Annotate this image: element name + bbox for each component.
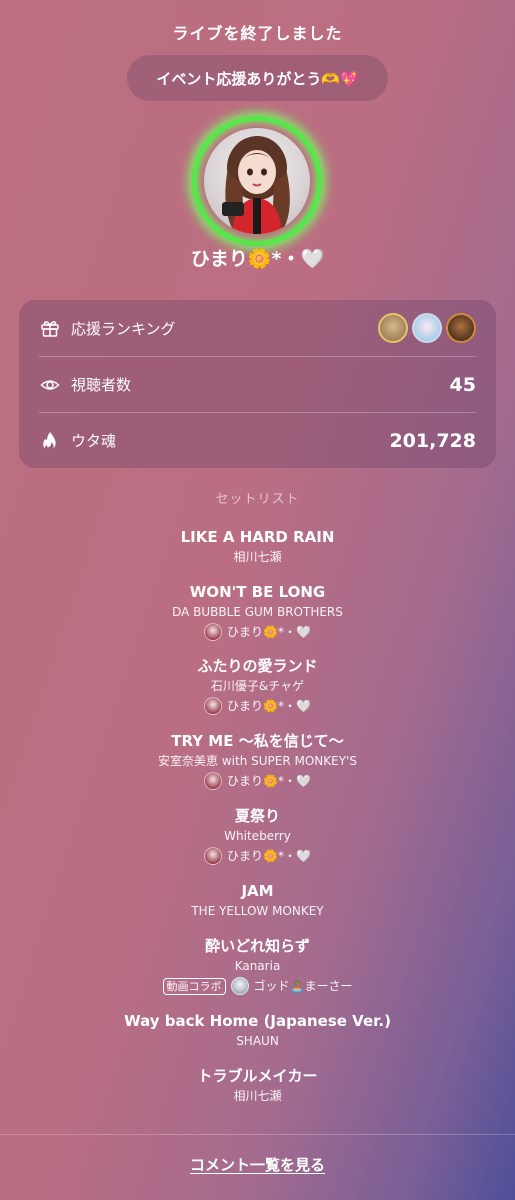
song-title: TRY ME ～私を信じて～ xyxy=(171,732,344,750)
song-title: 夏祭り xyxy=(234,807,280,825)
stat-row-ranking[interactable]: 応援ランキング xyxy=(39,300,476,356)
gift-icon xyxy=(39,317,61,339)
song-artist: 石川優子&チャゲ xyxy=(210,679,305,693)
song-title: ふたりの愛ランド xyxy=(197,657,318,675)
ranking-label: 応援ランキング xyxy=(71,319,176,338)
song-title: Way back Home (Japanese Ver.) xyxy=(124,1012,391,1030)
singer-name: ひまり🌼*・🤍 xyxy=(227,625,311,639)
song-artist: 安室奈美恵 with SUPER MONKEY'S xyxy=(158,754,357,768)
song-title: LIKE A HARD RAIN xyxy=(180,528,335,546)
song-title: JAM xyxy=(241,882,274,900)
singer-avatar xyxy=(230,977,249,995)
song-artist: DA BUBBLE GUM BROTHERS xyxy=(172,605,343,619)
singer-row[interactable]: 動画コラボ ゴッド🏝️まーさー xyxy=(0,977,515,995)
setlist-item[interactable]: 酔いどれ知らず Kanaria 動画コラボ ゴッド🏝️まーさー xyxy=(0,936,515,995)
setlist-item[interactable]: Way back Home (Japanese Ver.) SHAUN xyxy=(0,1011,515,1049)
setlist-item[interactable]: LIKE A HARD RAIN 相川七瀬 xyxy=(0,527,515,565)
footer-divider xyxy=(0,1134,515,1135)
stats-card: 応援ランキング 視聴者数 45 ウタ魂 201,728 xyxy=(19,300,496,468)
user-avatar-icon xyxy=(204,128,310,234)
host-username: ひまり🌼*・🤍 xyxy=(190,248,325,270)
song-title: WON'T BE LONG xyxy=(189,583,326,601)
song-artist: 相川七瀬 xyxy=(233,1089,282,1103)
singer-name: ひまり🌼*・🤍 xyxy=(227,849,311,863)
singer-avatar xyxy=(204,847,223,865)
flame-icon xyxy=(39,430,61,452)
song-title: トラブルメイカー xyxy=(197,1067,318,1085)
setlist-item[interactable]: トラブルメイカー 相川七瀬 xyxy=(0,1066,515,1104)
song-title: 酔いどれ知らず xyxy=(205,937,310,955)
singer-avatar xyxy=(204,772,223,790)
setlist-item[interactable]: JAM THE YELLOW MONKEY xyxy=(0,881,515,919)
singer-name: ひまり🌼*・🤍 xyxy=(227,774,311,788)
singer-row[interactable]: ひまり🌼*・🤍 xyxy=(0,772,515,790)
ranking-avatars[interactable] xyxy=(378,313,476,343)
stat-row-uta: ウタ魂 201,728 xyxy=(39,412,476,468)
song-artist: THE YELLOW MONKEY xyxy=(191,904,324,918)
rank-3-avatar[interactable] xyxy=(446,313,476,343)
collab-tag: 動画コラボ xyxy=(162,977,226,995)
song-artist: 相川七瀬 xyxy=(233,550,282,564)
rank-1-avatar[interactable] xyxy=(378,313,408,343)
singer-row[interactable]: ひまり🌼*・🤍 xyxy=(0,847,515,865)
singer-avatar xyxy=(204,697,223,715)
setlist-item[interactable]: 夏祭り Whiteberry ひまり🌼*・🤍 xyxy=(0,806,515,865)
setlist-item[interactable]: ふたりの愛ランド 石川優子&チャゲ ひまり🌼*・🤍 xyxy=(0,656,515,715)
singer-row[interactable]: ひまり🌼*・🤍 xyxy=(0,697,515,715)
setlist-heading: セットリスト xyxy=(215,492,300,507)
song-artist: Whiteberry xyxy=(224,829,291,843)
viewers-value: 45 xyxy=(449,373,476,396)
song-artist: SHAUN xyxy=(236,1034,279,1048)
singer-name: ゴッド🏝️まーさー xyxy=(253,979,353,993)
singer-name: ひまり🌼*・🤍 xyxy=(227,699,311,713)
page-title: ライブを終了しました xyxy=(172,24,343,43)
song-artist: Kanaria xyxy=(234,959,281,973)
viewers-label: 視聴者数 xyxy=(71,376,132,394)
stat-row-viewers: 視聴者数 45 xyxy=(39,356,476,412)
eye-icon xyxy=(39,374,61,396)
setlist-item[interactable]: TRY ME ～私を信じて～ 安室奈美恵 with SUPER MONKEY'S… xyxy=(0,731,515,790)
host-avatar[interactable] xyxy=(192,116,322,246)
thanks-message-text: イベント応援ありがとう🫶💖 xyxy=(156,69,359,88)
setlist-item[interactable]: WON'T BE LONG DA BUBBLE GUM BROTHERS ひまり… xyxy=(0,582,515,641)
uta-label: ウタ魂 xyxy=(71,432,117,450)
thanks-message-pill: イベント応援ありがとう🫶💖 xyxy=(127,55,388,101)
view-comments-link[interactable]: コメント一覧を見る xyxy=(0,1154,515,1175)
rank-2-avatar[interactable] xyxy=(412,313,442,343)
singer-avatar xyxy=(204,623,223,641)
singer-row[interactable]: ひまり🌼*・🤍 xyxy=(0,623,515,641)
uta-value: 201,728 xyxy=(389,429,476,452)
